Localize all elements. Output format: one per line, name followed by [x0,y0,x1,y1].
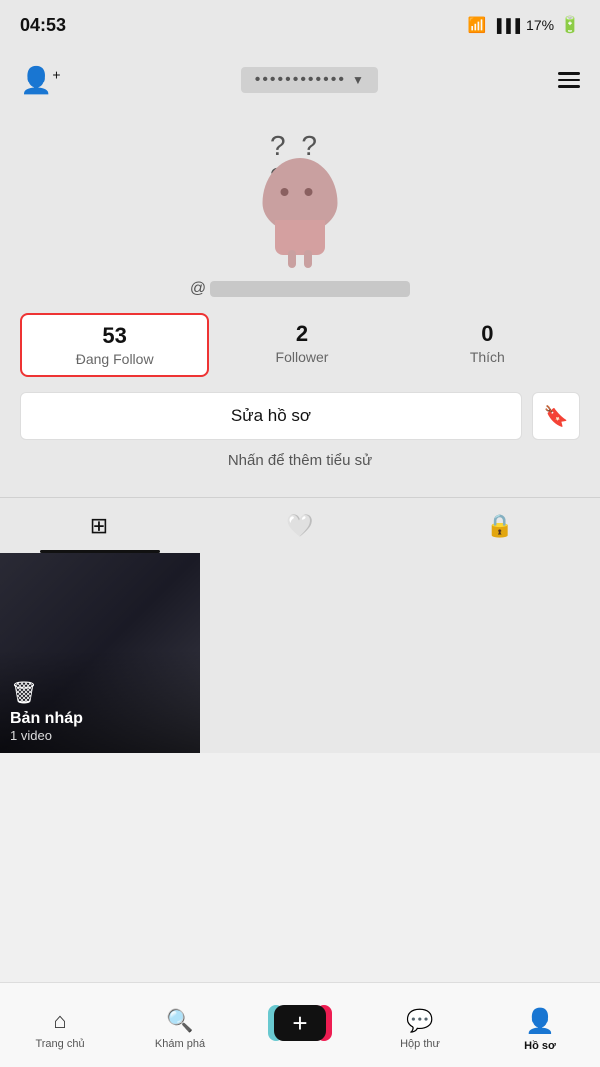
username-dropdown[interactable]: •••••••••••• ▼ [241,67,378,93]
create-button[interactable]: + [274,1005,326,1041]
search-icon: 🔍 [166,1008,193,1034]
nav-profile[interactable]: 👤 Hồ sơ [480,999,600,1052]
menu-icon-line3 [558,85,580,88]
username-display: •••••••••••• [255,71,346,89]
nav-home[interactable]: ⌂ Trang chủ [0,1000,120,1050]
cartoon-legs [288,250,312,268]
profile-section: ? ? ? @ 53 Đang Follow 2 Follower 0 Thíc… [0,110,600,497]
stat-likes[interactable]: 0 Thích [395,313,580,377]
stat-followers[interactable]: 2 Follower [209,313,394,377]
menu-icon-line2 [558,79,580,82]
inbox-icon: 💬 [406,1008,433,1034]
home-label: Trang chủ [35,1038,84,1050]
tab-liked[interactable]: 🤍 [200,498,400,553]
following-count: 53 [102,323,126,349]
bottom-nav: ⌂ Trang chủ 🔍 Khám phá + 💬 Hộp thư 👤 Hồ … [0,982,600,1067]
lock-icon: 🔒 [486,513,513,539]
explore-label: Khám phá [155,1038,205,1050]
likes-label: Thích [470,349,505,365]
create-button-inner: + [274,1005,326,1041]
stat-following[interactable]: 53 Đang Follow [20,313,209,377]
profile-label: Hồ sơ [524,1040,556,1052]
bio-hint[interactable]: Nhấn để thêm tiểu sử [228,452,372,469]
bookmark-button[interactable]: 🔖 [532,392,580,440]
user-handle: @ [190,280,410,298]
menu-icon-line1 [558,72,580,75]
video-overlay: 🗑 Bản nháp 1 video [0,650,200,753]
tab-private[interactable]: 🔒 [400,498,600,553]
bookmark-icon: 🔖 [544,404,569,429]
avatar: ? ? ? [240,130,360,260]
draft-count: 1 video [10,728,52,743]
top-nav: 👤+ •••••••••••• ▼ [0,50,600,110]
status-bar: 04:53 📶 ▐▐▐ 17% 🔋 [0,0,600,50]
following-label: Đang Follow [76,351,154,367]
video-grid: 🗑 Bản nháp 1 video [0,553,600,753]
edit-profile-button[interactable]: Sửa hồ sơ [20,392,522,440]
draft-icon: 🗑 [10,680,38,706]
nav-explore[interactable]: 🔍 Khám phá [120,1000,240,1050]
followers-count: 2 [296,321,308,347]
add-user-button[interactable]: 👤+ [20,65,61,96]
profile-icon: 👤 [525,1007,555,1036]
add-user-icon: 👤+ [20,65,61,96]
followers-label: Follower [276,349,329,365]
handle-blur [210,281,410,297]
plus-icon: + [292,1008,307,1039]
battery-indicator: 17% [526,17,554,33]
likes-count: 0 [481,321,493,347]
action-buttons: Sửa hồ sơ 🔖 [0,392,600,440]
stats-row: 53 Đang Follow 2 Follower 0 Thích [0,298,600,392]
tab-videos[interactable]: ⊞ [0,498,200,553]
inbox-label: Hộp thư [400,1038,440,1050]
nav-inbox[interactable]: 💬 Hộp thư [360,1000,480,1050]
menu-button[interactable] [558,72,580,88]
home-icon: ⌂ [53,1008,66,1034]
tabs-section: ⊞ 🤍 🔒 [0,497,600,553]
status-icons: 📶 ▐▐▐ 17% 🔋 [468,15,580,35]
signal-icon: ▐▐▐ [492,18,520,33]
chevron-down-icon: ▼ [352,73,364,87]
liked-icon: 🤍 [286,513,313,539]
draft-label: Bản nháp [10,710,83,728]
add-button-wrap: + [240,1005,360,1045]
grid-icon: ⊞ [90,513,110,539]
battery-icon: 🔋 [560,15,580,35]
wifi-icon: 📶 [468,16,487,34]
avatar-area: ? ? ? [0,110,600,270]
at-symbol: @ [190,280,206,298]
tabs-row: ⊞ 🤍 🔒 [0,498,600,553]
status-time: 04:53 [20,15,66,36]
video-thumbnail-draft[interactable]: 🗑 Bản nháp 1 video [0,553,200,753]
